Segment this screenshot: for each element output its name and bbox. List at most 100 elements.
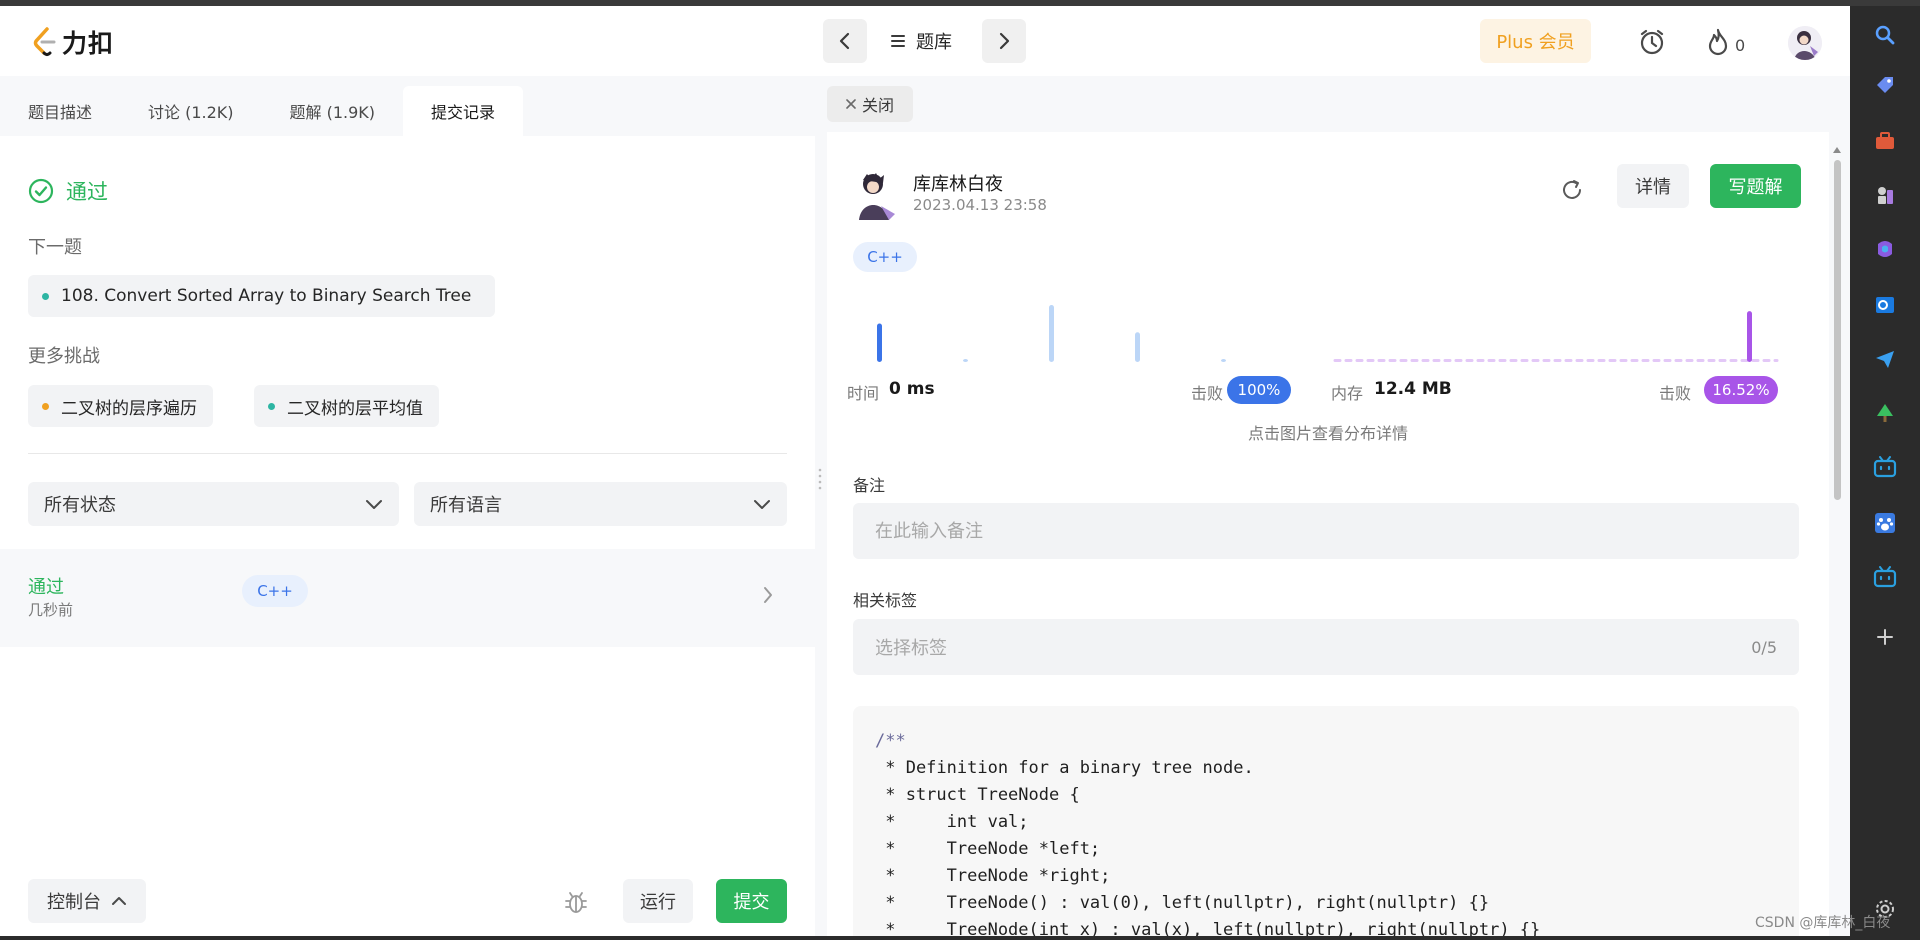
tag-icon[interactable] [1872,72,1898,98]
tab-solutions[interactable]: 题解 (1.9K) [262,86,404,136]
console-toggle-button[interactable]: 控制台 [28,879,146,923]
tree-icon[interactable] [1872,400,1898,426]
runtime-beats-badge: 100% [1227,376,1291,404]
outlook-icon[interactable] [1872,292,1898,318]
check-circle-icon [28,178,54,204]
challenge-title: 二叉树的层平均值 [287,398,423,419]
user-avatar[interactable] [1788,26,1822,60]
runtime-bar [1135,332,1140,362]
leetcode-logo-icon [33,27,56,56]
write-solution-button[interactable]: 写题解 [1710,164,1801,208]
submission-date: 2023.04.13 23:58 [913,196,1047,214]
runtime-bar [963,359,968,362]
copilot-icon[interactable] [1872,236,1898,262]
notes-input[interactable] [853,503,1799,559]
bilibili-alt-icon[interactable] [1872,564,1898,590]
difficulty-dot [42,292,49,300]
refresh-icon[interactable] [1560,178,1584,202]
chevron-up-icon [112,897,126,905]
submission-row[interactable]: 通过 几秒前 C++ [0,549,815,647]
logo-text: 力扣 [62,29,115,58]
tags-count: 0/5 [1751,637,1777,657]
console-label: 控制台 [47,892,101,913]
close-icon [846,99,856,109]
code-line: * Definition for a binary tree node. [875,758,1254,778]
panel-resize-handle[interactable] [818,466,822,490]
chevron-left-icon [839,32,850,50]
tab-description[interactable]: 题目描述 [0,86,120,136]
chart-hint: 点击图片查看分布详情 [1247,424,1408,443]
result-status-text: 通过 [66,180,108,204]
toolbox-icon[interactable] [1872,128,1898,154]
submission-detail-panel: 库库林白夜 2023.04.13 23:58 详情 写题解 C++ 时间 0 m… [827,132,1829,936]
tags-select[interactable]: 选择标签 0/5 [853,619,1799,675]
submission-time: 几秒前 [28,601,74,619]
scroll-up-arrow-icon [1833,147,1841,153]
next-problem-chip[interactable]: 108. Convert Sorted Array to Binary Sear… [28,275,495,317]
tab-discussion[interactable]: 讨论 (1.2K) [120,86,262,136]
runtime-bar [1049,304,1054,362]
streak-count: 0 [1735,36,1746,55]
run-button[interactable]: 运行 [623,879,693,923]
memory-beats-label: 击败 [1659,384,1692,403]
send-icon[interactable] [1872,346,1898,372]
code-line: * TreeNode *left; [875,839,1101,859]
section-divider [28,453,787,454]
tab-submissions[interactable]: 提交记录 [403,86,524,136]
debug-bug-icon[interactable] [563,889,589,915]
code-language-badge: C++ [853,242,917,272]
memory-label: 内存 [1331,384,1364,403]
left-panel: 题目描述 讨论 (1.2K) 题解 (1.9K) 提交记录 通过 下一题 108… [0,86,815,936]
tags-label: 相关标签 [853,591,918,610]
fire-icon[interactable] [1706,28,1730,60]
search-icon[interactable] [1872,22,1898,48]
add-icon[interactable] [1872,624,1898,650]
code-view[interactable]: /** * Definition for a binary tree node.… [853,706,1799,936]
detail-button[interactable]: 详情 [1617,164,1689,208]
alarm-clock-icon[interactable] [1638,28,1666,60]
memory-beats-badge: 16.52% [1704,376,1778,404]
challenge-chip-level-average[interactable]: 二叉树的层平均值 [254,385,439,427]
runtime-beats-label: 击败 [1191,384,1224,403]
memory-selected-bar [1747,311,1752,362]
runtime-selected-bar [877,323,882,362]
language-filter-select[interactable]: 所有语言 [414,482,787,526]
next-problem-label: 下一题 [28,237,82,258]
baidu-icon[interactable] [1872,510,1898,536]
runtime-value: 0 ms [889,379,935,399]
bilibili-icon[interactable] [1872,454,1898,480]
performance-distribution-chart[interactable]: 时间 0 ms 击败 100% 内存 12.4 MB 击败 16.52% [847,292,1807,412]
code-line: * int val; [875,812,1029,832]
code-line: /** [875,731,906,751]
left-tabs: 题目描述 讨论 (1.2K) 题解 (1.9K) 提交记录 [0,86,815,136]
status-filter-select[interactable]: 所有状态 [28,482,399,526]
chevron-right-icon [764,587,772,603]
close-detail-tab[interactable]: 关闭 [827,86,913,122]
next-problem-title: 108. Convert Sorted Array to Binary Sear… [61,286,472,306]
challenge-chip-level-order[interactable]: 二叉树的层序遍历 [28,385,213,427]
author-name[interactable]: 库库林白夜 [913,170,1003,196]
submit-button[interactable]: 提交 [716,879,787,923]
code-line: * TreeNode(int x) : val(x), left(nullptr… [875,920,1541,936]
language-filter-value: 所有语言 [430,495,502,516]
code-line: * TreeNode() : val(0), left(nullptr), ri… [875,893,1490,913]
problem-bank-button[interactable]: 题库 [890,24,952,58]
next-problem-button[interactable] [982,19,1026,63]
submission-status: 通过 [28,577,64,598]
submission-language-badge: C++ [242,575,308,607]
status-filter-value: 所有状态 [44,495,116,516]
difficulty-dot [268,402,275,410]
challenge-title: 二叉树的层序遍历 [61,398,197,419]
logo[interactable]: 力扣 [30,24,114,60]
scroll-thumb[interactable] [1834,160,1841,500]
plus-member-button[interactable]: Plus 会员 [1480,19,1591,63]
leetcode-app: 力扣 题库 Plus 会员 0 题目描述 讨论 (1.2K) 题解 (1.9K) [0,6,1850,936]
notes-label: 备注 [853,476,886,495]
author-avatar[interactable] [851,170,897,220]
detail-scrollbar[interactable] [1832,146,1842,936]
chess-icon[interactable] [1872,182,1898,208]
top-header: 力扣 题库 Plus 会员 0 [0,6,1850,76]
problem-bank-label: 题库 [916,32,952,53]
prev-problem-button[interactable] [823,19,867,63]
tags-placeholder: 选择标签 [875,638,947,659]
